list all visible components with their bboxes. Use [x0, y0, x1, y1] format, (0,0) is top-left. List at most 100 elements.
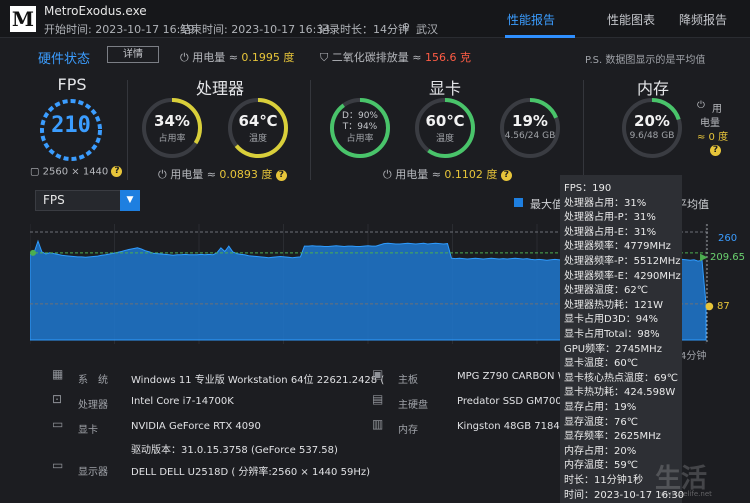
monitor-small-icon: ▢ [30, 166, 40, 178]
duration: 记录时长：14分钟 [318, 23, 409, 36]
cpu-usage-label: 占用率 [158, 134, 186, 144]
tooltip-line: 时长：11分钟1秒 [564, 475, 644, 486]
tooltip-line: 显卡热功耗：424.598W [564, 387, 676, 399]
tooltip-line: 显卡核心热点温度：69℃ [564, 372, 678, 384]
mem-info-value: Kingston 48GB 7184M [457, 421, 569, 432]
tooltip-line: 处理器温度：62℃ [564, 285, 648, 297]
gpu-power: ⏻ 用电量 ≈ 0.1102 度 ? [383, 166, 512, 182]
memory-usage-value: 20% [634, 112, 670, 130]
co2-value: 156.6 克 [424, 51, 471, 64]
tooltip-line: 显卡占用D3D：94% [564, 314, 658, 326]
vram-sub: 4.56/24 GB [504, 131, 556, 141]
gpu-info-value: NVIDIA GeForce RTX 4090 [131, 421, 261, 432]
co2-icon: ⛉ [320, 51, 329, 64]
fps-title: FPS [57, 75, 87, 94]
memory-power-line1: 用 [712, 104, 722, 115]
help-icon[interactable]: ? [710, 143, 721, 156]
monitor-label: 显示器 [78, 467, 108, 478]
start-time: 开始时间: 2023-10-17 16:19 [44, 23, 195, 36]
driver-version: 驱动版本：31.0.15.3758 (GeForce 537.58) [131, 445, 338, 456]
monitor-value: DELL DELL U2518D ( 分辨率:2560 × 1440 59Hz) [131, 467, 370, 478]
tooltip-line: 显存频率：2625MHz [564, 431, 661, 443]
mem-info-label: 内存 [398, 425, 418, 436]
tooltip-line: GPU频率：2745MHz [564, 343, 662, 355]
y-avg-label: 209.65 [710, 252, 745, 263]
system-label: 系 统 [78, 375, 108, 386]
legend-max-swatch [514, 198, 523, 207]
board-value: MPG Z790 CARBON W [457, 371, 568, 382]
tooltip-line: 显卡温度：60℃ [564, 358, 638, 370]
fps-value: 210 [51, 113, 91, 138]
tooltip-line: 显卡占用Total：98% [564, 329, 660, 340]
gpu-power-label: 用电量 ≈ [395, 168, 441, 181]
tooltip-line: 显存温度：76℃ [564, 416, 638, 428]
board-label: 主板 [398, 375, 418, 386]
min-dot-icon: ● [705, 301, 714, 312]
divider [583, 80, 584, 180]
y-min-label: 87 [717, 301, 730, 312]
avg-note: P.S. 数据图显示的是平均值 [585, 55, 706, 66]
gpu-card-icon: ▭ [52, 417, 64, 431]
disk-label: 主硬盘 [398, 400, 428, 411]
end-time: 结束时间: 2023-10-17 16:34 [180, 23, 331, 36]
cpu-usage-value: 34% [154, 112, 190, 130]
help-icon[interactable]: ? [500, 169, 512, 181]
location-pin-icon: ⚲ [402, 21, 411, 34]
power-icon: ⏻ [383, 168, 392, 181]
co2-label: 二氧化碳排放量 ≈ [331, 51, 422, 64]
tooltip-line: 处理器频率：4779MHz [564, 241, 671, 253]
power-total-value: 0.1995 度 [241, 51, 295, 64]
grid-icon: ▦ [52, 367, 64, 381]
details-button[interactable]: 详情 [107, 46, 159, 63]
disk-icon: ▤ [372, 392, 384, 406]
power-icon: ⏻ [180, 51, 189, 64]
divider [127, 80, 128, 180]
gpu-usage-label: 占用率 [346, 134, 374, 144]
cpu-power: ⏻ 用电量 ≈ 0.0893 度 ? [158, 166, 287, 182]
tooltip-line: 处理器频率-E：4290MHz [564, 270, 681, 282]
tooltip-line: 处理器占用-P：31% [564, 212, 656, 224]
cpu-power-value: 0.0893 度 [219, 168, 273, 181]
vram-value: 19% [512, 112, 548, 130]
monitor-icon: ▭ [52, 458, 64, 472]
y-max-label: 260 [718, 233, 738, 244]
gpu-info-label: 显卡 [78, 425, 98, 436]
help-icon[interactable]: ? [111, 166, 123, 177]
help-icon[interactable]: ? [275, 169, 287, 181]
app-title: MetroExodus.exe [44, 4, 147, 18]
resolution-value: 2560 × 1440 [42, 166, 109, 178]
tooltip-line: 内存占用：20% [564, 445, 637, 457]
memory-power-line2: 电量 [700, 118, 720, 129]
memory-power-icon: ⏻ [697, 100, 705, 111]
system-value: Windows 11 专业版 Workstation 64位 22621.242… [131, 375, 385, 386]
divider [310, 80, 311, 180]
tooltip-line: 处理器热功耗：121W [564, 299, 663, 311]
memory-usage-sub: 9.6/48 GB [629, 131, 675, 141]
motherboard-icon: ▣ [372, 367, 384, 381]
tab-performance-chart[interactable]: 性能图表 [607, 11, 655, 28]
power-total: ⏻ 用电量 ≈ 0.1995 度 [180, 49, 294, 65]
chevron-down-icon[interactable]: ▼ [120, 190, 140, 211]
disk-value: Predator SSD GM7000 [457, 396, 569, 407]
tab-performance-report[interactable]: 性能报告 [507, 11, 555, 28]
avg-marker [30, 249, 36, 256]
metric-select-value: FPS [43, 193, 65, 207]
watermark-url: www.3elife.net [660, 490, 712, 498]
hardware-status-title: 硬件状态 [38, 52, 91, 67]
tooltip-line: 处理器占用：31% [564, 197, 647, 209]
location: 武汉 [416, 23, 438, 36]
gpu-temp-value: 60℃ [425, 112, 465, 130]
tooltip-line: 显存占用：19% [564, 402, 637, 413]
tooltip-line: 处理器频率-P：5512MHz [564, 256, 681, 267]
legend-max-label: 最大值 [530, 198, 563, 211]
power-icon: ⏻ [158, 168, 167, 181]
cpu-power-label: 用电量 ≈ [170, 168, 216, 181]
cpu-info-value: Intel Core i7-14700K [131, 396, 234, 407]
co2-emission: ⛉ 二氧化碳排放量 ≈ 156.6 克 [320, 49, 471, 65]
tab-throttle-report[interactable]: 降频报告 [679, 11, 727, 28]
tooltip-line: FPS：190 [564, 183, 612, 194]
tooltip-line: 处理器占用-E：31% [564, 226, 657, 238]
tooltip-line: 内存温度：59℃ [564, 460, 638, 472]
memory-power-value: ≈ 0 度 [697, 132, 729, 143]
gpu-power-value: 0.1102 度 [444, 168, 498, 181]
